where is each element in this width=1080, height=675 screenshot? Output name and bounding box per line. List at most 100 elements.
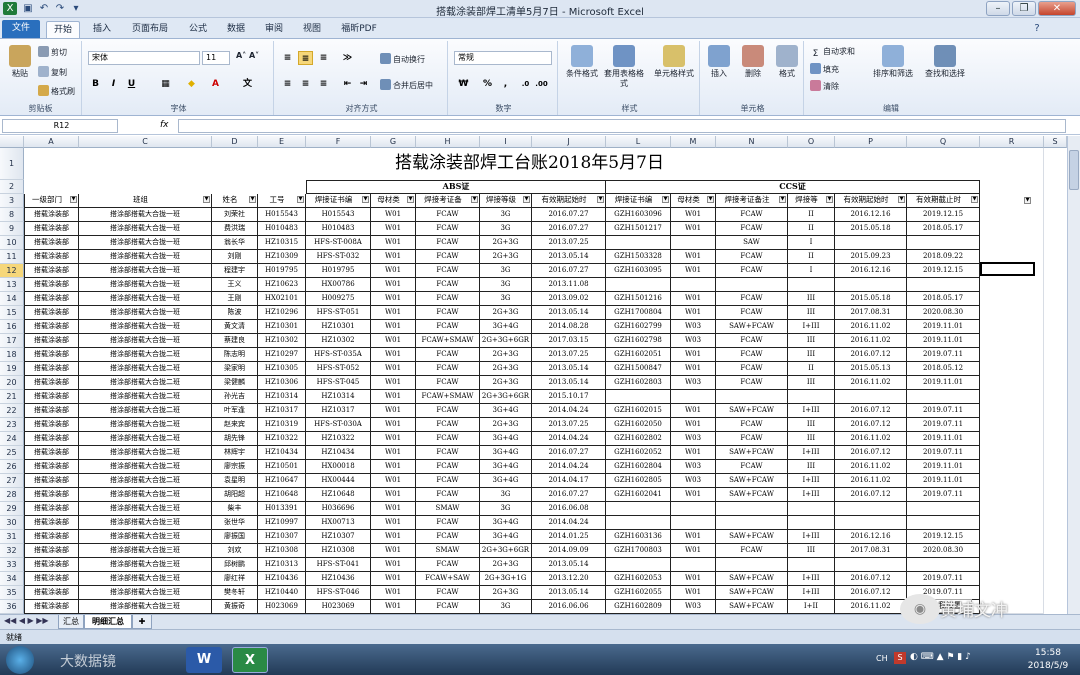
table-cell[interactable]: 2G+3G+6GR: [480, 334, 532, 348]
table-cell[interactable]: 2016.07.12: [835, 572, 907, 586]
table-cell[interactable]: [671, 236, 716, 250]
table-cell[interactable]: W01: [371, 558, 416, 572]
filter-dropdown-icon[interactable]: ▼: [826, 196, 833, 203]
table-cell[interactable]: 赵来宾: [212, 418, 258, 432]
table-cell[interactable]: FCAW: [716, 334, 788, 348]
table-cell[interactable]: FCAW: [716, 292, 788, 306]
row-header[interactable]: 33: [0, 558, 24, 572]
align-right-icon[interactable]: ≡: [316, 77, 331, 91]
table-cell[interactable]: 搭载涂装部: [24, 446, 79, 460]
table-cell[interactable]: W01: [371, 600, 416, 614]
table-cell[interactable]: 3G+4G: [480, 446, 532, 460]
table-cell[interactable]: HZ10314: [306, 390, 371, 404]
table-cell[interactable]: W01: [671, 446, 716, 460]
row-header[interactable]: 18: [0, 348, 24, 362]
table-cell[interactable]: [835, 558, 907, 572]
table-cell[interactable]: FCAW: [416, 236, 480, 250]
minimize-button[interactable]: –: [986, 1, 1010, 16]
table-cell[interactable]: W01: [671, 306, 716, 320]
font-name-select[interactable]: 宋体: [88, 51, 200, 65]
table-cell[interactable]: 搭涂部搭载大合拢二班: [79, 362, 212, 376]
sort-filter-button[interactable]: 排序和筛选: [868, 45, 918, 79]
row-header[interactable]: 27: [0, 474, 24, 488]
table-cell[interactable]: W01: [371, 572, 416, 586]
table-cell[interactable]: 搭涂部搭载大合拢一班: [79, 236, 212, 250]
table-cell[interactable]: W01: [371, 474, 416, 488]
table-cell[interactable]: SAW+FCAW: [716, 446, 788, 460]
row-header[interactable]: 26: [0, 460, 24, 474]
italic-button[interactable]: I: [106, 77, 121, 91]
table-cell[interactable]: 2013.09.02: [532, 292, 606, 306]
table-cell[interactable]: FCAW: [716, 348, 788, 362]
table-cell[interactable]: HZ10322: [306, 432, 371, 446]
table-cell[interactable]: 2019.07.11: [907, 404, 980, 418]
table-cell[interactable]: HZ10440: [258, 586, 306, 600]
table-cell[interactable]: HZ10306: [258, 376, 306, 390]
table-cell[interactable]: GZH1602803: [606, 376, 671, 390]
table-cell[interactable]: HZ10501: [258, 460, 306, 474]
table-cell[interactable]: FCAW: [416, 292, 480, 306]
table-cell[interactable]: 刘荣社: [212, 208, 258, 222]
table-cell[interactable]: W03: [671, 334, 716, 348]
tab-view[interactable]: 视图: [296, 21, 328, 38]
paste-button[interactable]: 粘贴: [0, 45, 40, 79]
table-cell[interactable]: 搭载涂装部: [24, 250, 79, 264]
table-cell[interactable]: 3G+4G: [480, 474, 532, 488]
filter-dropdown-icon[interactable]: ▼: [70, 196, 77, 203]
table-cell[interactable]: 2G+3G: [480, 586, 532, 600]
table-cell[interactable]: SAW+FCAW: [716, 320, 788, 334]
tab-foxit-pdf[interactable]: 福昕PDF: [334, 21, 384, 38]
table-cell[interactable]: 搭涂部搭载大合拢三班: [79, 544, 212, 558]
column-header-l[interactable]: L: [606, 136, 671, 148]
table-cell[interactable]: W01: [671, 250, 716, 264]
table-cell[interactable]: 2016.06.08: [532, 502, 606, 516]
table-cell[interactable]: W01: [371, 250, 416, 264]
table-cell[interactable]: 3G+4G: [480, 432, 532, 446]
table-cell[interactable]: 2017.08.31: [835, 544, 907, 558]
table-cell[interactable]: [606, 390, 671, 404]
table-cell[interactable]: W01: [371, 502, 416, 516]
table-cell[interactable]: 2014.04.24: [532, 460, 606, 474]
column-header-j[interactable]: J: [532, 136, 606, 148]
table-cell[interactable]: [716, 390, 788, 404]
table-cell[interactable]: 邱树鹏: [212, 558, 258, 572]
table-cell[interactable]: 2019.07.11: [907, 348, 980, 362]
table-cell[interactable]: W01: [671, 530, 716, 544]
table-cell[interactable]: [671, 558, 716, 572]
table-cell[interactable]: W03: [671, 474, 716, 488]
table-cell[interactable]: 2013.07.25: [532, 348, 606, 362]
table-cell[interactable]: III: [788, 544, 835, 558]
table-cell[interactable]: 3G+4G: [480, 516, 532, 530]
filter-dropdown-icon[interactable]: ▼: [971, 196, 978, 203]
table-cell[interactable]: W01: [371, 292, 416, 306]
table-cell[interactable]: 程建宇: [212, 264, 258, 278]
table-cell[interactable]: 2016.11.02: [835, 474, 907, 488]
table-cell[interactable]: HFS-ST-035A: [306, 348, 371, 362]
table-cell[interactable]: 2016.07.12: [835, 348, 907, 362]
table-cell[interactable]: HZ10307: [258, 530, 306, 544]
table-cell[interactable]: 2013.12.20: [532, 572, 606, 586]
table-cell[interactable]: [788, 278, 835, 292]
table-cell[interactable]: I: [788, 236, 835, 250]
table-cell[interactable]: FCAW: [416, 460, 480, 474]
table-cell[interactable]: FCAW+SMAW: [416, 334, 480, 348]
filter-dropdown-icon[interactable]: ▼: [249, 196, 256, 203]
sheet-tab-detail[interactable]: 明细汇总: [84, 615, 132, 629]
table-cell[interactable]: HZ10648: [258, 488, 306, 502]
table-cell[interactable]: W01: [671, 222, 716, 236]
table-cell[interactable]: 2018.05.17: [907, 292, 980, 306]
table-cell[interactable]: 搭涂部搭载大合拢二班: [79, 460, 212, 474]
table-cell[interactable]: [788, 558, 835, 572]
table-cell[interactable]: W01: [371, 418, 416, 432]
table-cell[interactable]: SAW+FCAW: [716, 600, 788, 614]
table-cell[interactable]: 搭涂部搭载大合拢二班: [79, 432, 212, 446]
table-cell[interactable]: 翁长华: [212, 236, 258, 250]
table-cell[interactable]: FCAW: [416, 488, 480, 502]
align-center-icon[interactable]: ≡: [298, 77, 313, 91]
table-cell[interactable]: 樊冬轩: [212, 586, 258, 600]
table-cell[interactable]: SAW+FCAW: [716, 474, 788, 488]
table-cell[interactable]: 黄文清: [212, 320, 258, 334]
table-cell[interactable]: W03: [671, 320, 716, 334]
table-cell[interactable]: 搭载涂装部: [24, 432, 79, 446]
table-cell[interactable]: [606, 558, 671, 572]
